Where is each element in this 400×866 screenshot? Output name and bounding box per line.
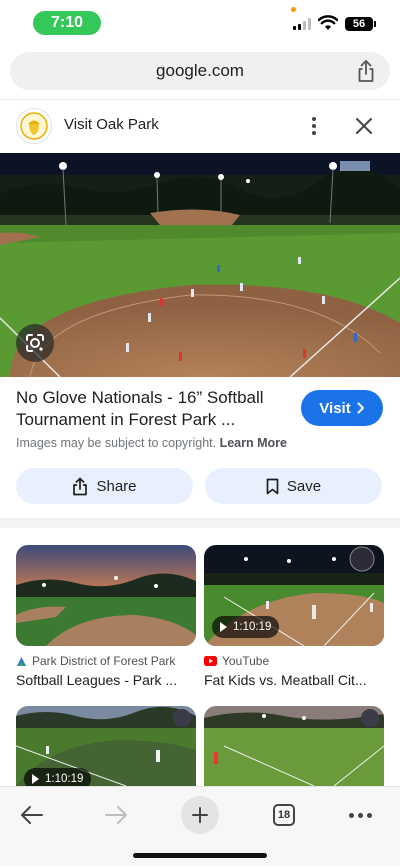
duration-text: 1:10:19 [45,773,84,785]
park-district-logo-icon [17,656,26,666]
forward-button[interactable] [96,795,136,835]
copyright-text: Images may be subject to copyright. [16,436,217,450]
related-thumbnail-4[interactable] [204,706,384,786]
related-thumbnail-3[interactable]: 1:10:19 [16,706,196,786]
more-horizontal-icon [348,812,372,818]
save-button[interactable]: Save [205,468,382,504]
share-icon [73,477,88,495]
visit-button[interactable]: Visit [301,390,383,426]
mic-indicator-icon [291,7,296,12]
acorn-logo-icon [20,112,48,140]
lens-icon [26,334,44,352]
forward-arrow-icon [105,806,127,824]
related-thumbnail-2[interactable]: 1:10:19 [204,545,384,646]
play-icon [220,622,227,632]
back-arrow-icon [21,806,43,824]
related-source-2[interactable]: YouTube [204,654,269,668]
new-tab-button[interactable] [180,795,220,835]
oak-park-logo[interactable] [16,108,52,144]
tabs-button[interactable]: 18 [264,795,304,835]
cellular-signal-icon [293,18,311,30]
more-options-icon[interactable] [306,114,322,138]
related-thumbnail-1[interactable] [16,545,196,646]
visit-label: Visit [319,399,351,417]
related-caption-1[interactable]: Softball Leagues - Park ... [16,672,196,688]
duration-text: 1:10:19 [233,621,272,633]
plus-icon [181,796,219,834]
youtube-icon [204,656,217,666]
source-title[interactable]: Visit Oak Park [64,116,159,133]
main-result-image[interactable] [0,153,400,377]
related-source-1[interactable]: Park District of Forest Park [16,654,175,668]
learn-more-link[interactable]: Learn More [220,436,287,450]
share-label: Share [96,477,137,495]
related-source-label: YouTube [222,654,270,668]
share-icon[interactable] [356,59,376,83]
bookmark-icon [266,478,279,494]
sunset-softball-field-image [16,545,196,646]
tab-count: 18 [273,804,295,826]
softball-field-night-image [0,153,400,377]
save-label: Save [286,477,322,495]
section-separator [0,518,400,528]
back-button[interactable] [12,795,52,835]
wifi-icon [318,15,338,30]
share-button[interactable]: Share [16,468,193,504]
video-duration-badge: 1:10:19 [24,768,92,786]
video-duration-badge: 1:10:19 [212,616,280,638]
url-text[interactable]: google.com [10,61,390,81]
battery-icon: 56 [345,17,373,31]
close-icon[interactable] [353,115,375,137]
google-lens-button[interactable] [16,324,54,362]
address-bar[interactable]: google.com [10,52,390,90]
status-time[interactable]: 7:10 [33,11,101,35]
evening-softball-field-image [204,706,384,786]
chevron-right-icon [357,402,364,414]
home-indicator [133,853,267,858]
play-icon [32,774,39,784]
related-caption-2[interactable]: Fat Kids vs. Meatball Cit... [204,672,384,688]
related-source-label: Park District of Forest Park [32,654,176,668]
battery-tip [374,21,376,27]
result-title[interactable]: No Glove Nationals - 16” Softball Tourna… [16,387,296,431]
menu-button[interactable] [340,795,380,835]
copyright-notice: Images may be subject to copyright. Lear… [16,436,287,450]
source-header: Visit Oak Park [0,100,400,152]
status-bar: 7:10 56 [0,0,400,44]
